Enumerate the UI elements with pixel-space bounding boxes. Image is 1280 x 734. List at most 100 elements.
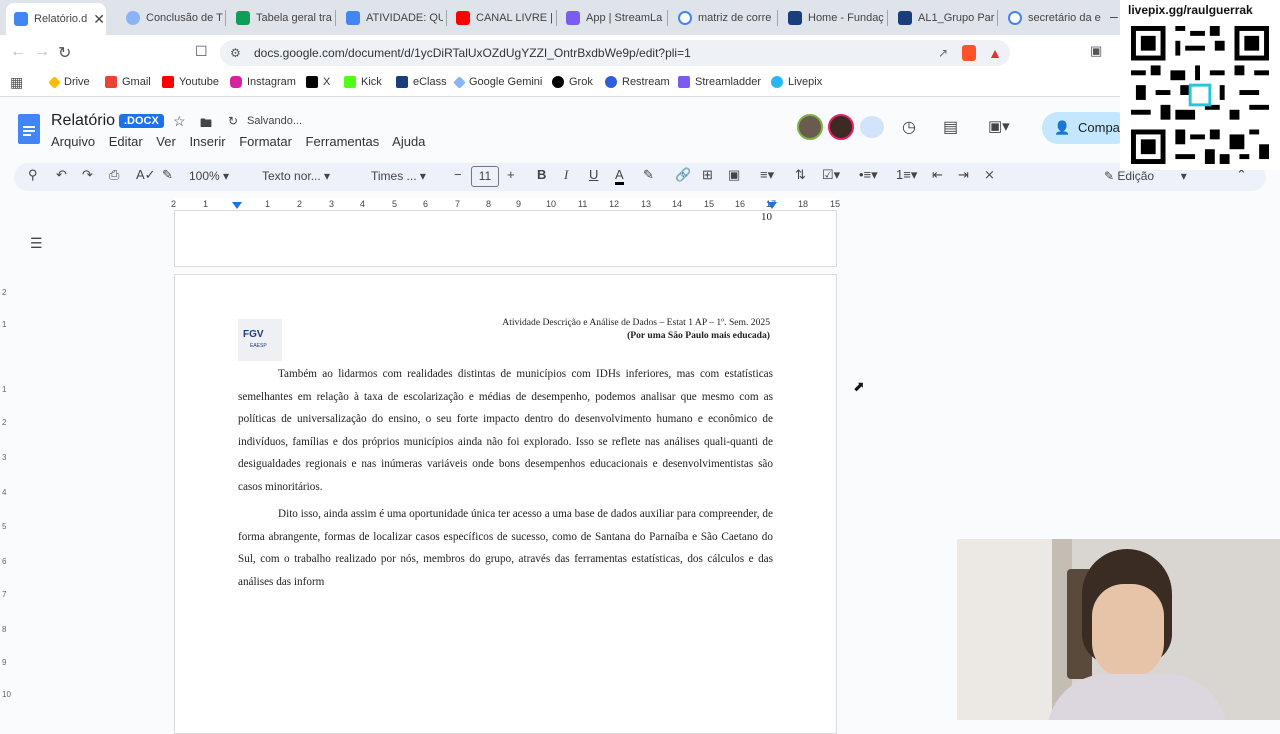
highlight-icon[interactable]: ✎ [643, 167, 654, 183]
comments-icon[interactable]: ▤ [943, 117, 958, 137]
italic-icon[interactable]: I [564, 167, 568, 183]
left-indent-marker[interactable] [232, 202, 242, 209]
editing-mode-select[interactable]: ✎ Edição ▾ [1104, 169, 1187, 183]
bookmark-eclass[interactable]: eClass [396, 76, 447, 88]
sidebar-icon[interactable]: ▣ [1090, 43, 1102, 59]
url-field[interactable]: ⚙ docs.google.com/document/d/1ycDiRTalUx… [220, 40, 1010, 66]
bookmark-gmail[interactable]: Gmail [105, 76, 151, 88]
menu-ajuda[interactable]: Ajuda [392, 134, 425, 149]
livepix-logo [1188, 83, 1212, 107]
image-icon[interactable]: ▣ [728, 167, 740, 183]
brave-shield-icon[interactable] [962, 45, 976, 61]
collaborators-icon[interactable] [860, 116, 884, 138]
bookmarks-bar: ▦ Drive Gmail Youtube Instagram X Kick e… [0, 71, 1280, 97]
menu-inserir[interactable]: Inserir [189, 134, 225, 149]
menu-formatar[interactable]: Formatar [239, 134, 292, 149]
decrease-indent-icon[interactable]: ⇤ [932, 167, 943, 183]
doc-title[interactable]: Relatório [51, 112, 115, 130]
ruler-label: 16 [735, 199, 746, 209]
docs-logo-icon[interactable] [18, 114, 40, 144]
bookmark-instagram[interactable]: Instagram [230, 76, 296, 88]
menu-ver[interactable]: Ver [156, 134, 176, 149]
bookmark-youtube[interactable]: Youtube [162, 76, 219, 88]
tab-home-fundacao[interactable]: Home - Fundaç [780, 4, 885, 31]
body-paragraph-2[interactable]: Dito isso, ainda assim é uma oportunidad… [238, 503, 773, 593]
bookmark-kick[interactable]: Kick [344, 76, 382, 88]
sync-icon: ↻ [228, 114, 239, 128]
paint-format-icon[interactable]: ✎ [162, 167, 173, 183]
bookmark-restream[interactable]: Restream [605, 76, 670, 88]
tab-al1-grupo[interactable]: AL1_Grupo Par [890, 4, 995, 31]
tab-relatorio[interactable]: Relatório.d ✕ [6, 3, 106, 35]
site-info-icon[interactable]: ⚙ [230, 40, 241, 66]
align-icon[interactable]: ≡▾ [760, 167, 774, 183]
numbered-list-icon[interactable]: 1≡▾ [896, 167, 917, 183]
x-icon [306, 76, 318, 88]
underline-icon[interactable]: U [589, 167, 598, 182]
minimize-button[interactable]: – [1110, 8, 1118, 24]
meet-icon[interactable]: ▣▾ [988, 117, 1010, 135]
search-icon[interactable]: ⚲ [28, 167, 38, 183]
menu-arquivo[interactable]: Arquivo [51, 134, 95, 149]
streamladder-icon [566, 10, 580, 25]
eclass-icon [396, 76, 408, 88]
line-spacing-icon[interactable]: ⇅ [795, 167, 806, 183]
comment-add-icon[interactable]: ⊞ [702, 167, 713, 183]
drive-icon [48, 75, 61, 89]
bookmark-x[interactable]: X [306, 76, 330, 88]
outline-icon[interactable]: ☰ [30, 235, 43, 252]
bookmark-livepix[interactable]: Livepix [771, 76, 822, 88]
redo-icon[interactable]: ↷ [82, 167, 93, 183]
tab-secretario[interactable]: secretário da e [1000, 4, 1105, 31]
bookmark-icon[interactable]: ☐ [195, 43, 208, 60]
tab-streamladder[interactable]: App | StreamLa [558, 4, 663, 31]
increase-indent-icon[interactable]: ⇥ [958, 167, 969, 183]
bullet-list-icon[interactable]: •≡▾ [859, 167, 878, 183]
move-folder-icon[interactable]: 🖿 [200, 114, 212, 135]
tab-matriz[interactable]: matriz de corre [670, 4, 775, 31]
apps-grid-icon[interactable]: ▦ [10, 74, 23, 91]
tab-conclusao[interactable]: Conclusão de T [118, 4, 223, 31]
menu-ferramentas[interactable]: Ferramentas [306, 134, 380, 149]
text-color-icon[interactable]: A [615, 167, 624, 185]
star-icon[interactable]: ☆ [173, 113, 186, 130]
tab-canal-livre[interactable]: CANAL LIVRE | [448, 4, 553, 31]
checklist-icon[interactable]: ☑▾ [822, 167, 840, 183]
style-select[interactable]: Texto nor... ▾ [262, 169, 330, 183]
version-history-icon[interactable]: ◷ [902, 117, 916, 137]
right-indent-marker[interactable] [767, 202, 777, 209]
decrease-font-icon[interactable]: − [454, 167, 462, 182]
ruler-label: 3 [2, 453, 7, 462]
bookmark-grok[interactable]: Grok [552, 76, 593, 88]
link-icon[interactable]: 🔗 [675, 167, 691, 183]
bookmark-streamladder[interactable]: Streamladder [678, 76, 761, 88]
document-page[interactable]: FGV EAESP Atividade Descrição e Análise … [174, 274, 837, 734]
reload-icon[interactable]: ↻ [58, 43, 71, 63]
tab-atividade[interactable]: ATIVIDADE: QU [338, 4, 443, 31]
body-paragraph-1[interactable]: Também ao lidarmos com realidades distin… [238, 363, 773, 498]
menu-editar[interactable]: Editar [109, 134, 143, 149]
spellcheck-icon[interactable]: A✓ [136, 167, 156, 183]
font-size-input[interactable]: 11 [471, 166, 499, 187]
share-icon[interactable]: ↗ [938, 40, 948, 66]
clear-format-icon[interactable]: ⨯ [984, 167, 995, 183]
bookmark-gemini[interactable]: Google Gemini [453, 75, 542, 89]
font-select[interactable]: Times ... ▾ [371, 169, 426, 183]
bookmark-drive[interactable]: Drive [48, 75, 90, 89]
avatar[interactable] [828, 114, 854, 140]
brave-rewards-icon[interactable]: ▲ [988, 40, 1002, 66]
zoom-select[interactable]: 100% ▾ [189, 169, 229, 183]
share-button[interactable]: 👤 Compar [1042, 112, 1132, 144]
url-text: docs.google.com/document/d/1ycDiRTalUxOZ… [254, 46, 691, 60]
forward-icon[interactable]: → [34, 43, 50, 61]
undo-icon[interactable]: ↶ [56, 167, 67, 183]
close-icon[interactable]: ✕ [93, 11, 105, 28]
print-icon[interactable]: ⎙ [109, 167, 119, 183]
increase-font-icon[interactable]: + [507, 167, 515, 182]
avatar[interactable] [797, 114, 823, 140]
back-icon[interactable]: ← [10, 43, 26, 61]
page-header-line1: Atividade Descrição e Análise de Dados –… [502, 317, 770, 328]
tab-label: App | StreamLa [586, 11, 663, 24]
bold-icon[interactable]: B [537, 167, 546, 182]
tab-tabela[interactable]: Tabela geral tra [228, 4, 333, 31]
